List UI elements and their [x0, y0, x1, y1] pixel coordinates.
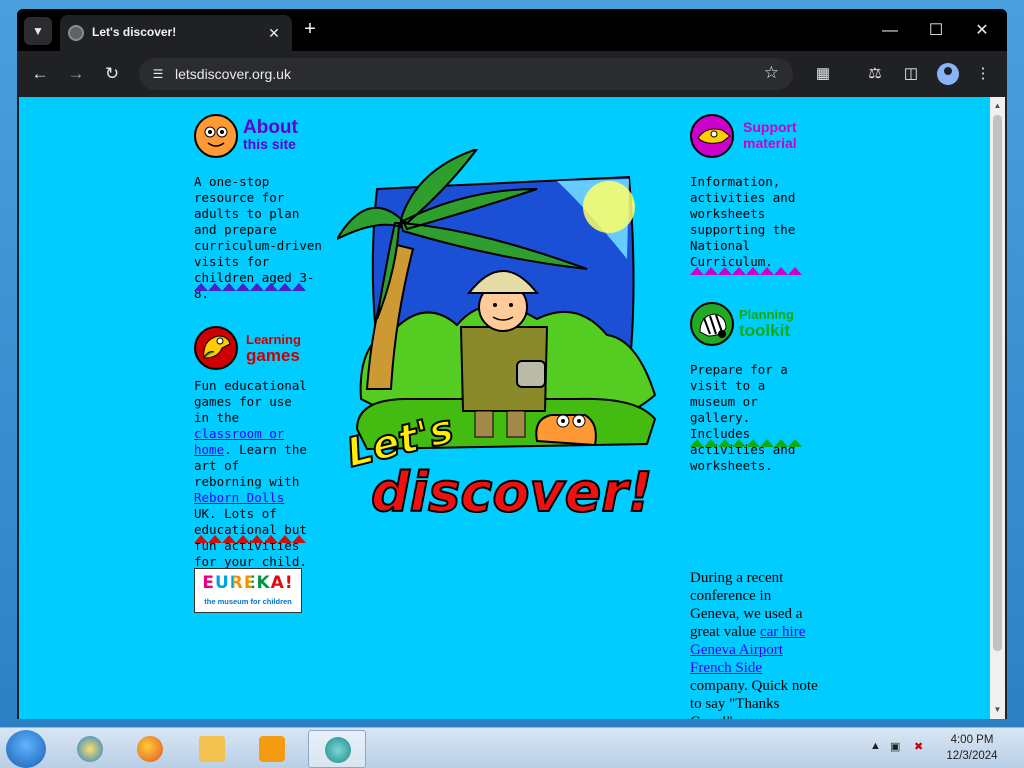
- scroll-down-arrow[interactable]: ▼: [990, 703, 1005, 717]
- games-heading[interactable]: Learning games: [246, 332, 301, 365]
- reload-button[interactable]: ↻: [99, 61, 125, 87]
- fox-graphic: [697, 128, 731, 144]
- about-zigzag-divider: [194, 283, 306, 291]
- browser-app-icon: [325, 737, 351, 763]
- taskbar-internet-explorer[interactable]: [66, 730, 114, 768]
- labs-flask-icon[interactable]: ⚖: [863, 62, 887, 86]
- side-panel-icon[interactable]: ◫: [899, 62, 923, 86]
- network-icon[interactable]: ▣: [890, 740, 900, 753]
- about-heading-line2: this site: [243, 136, 296, 152]
- media-player-icon: [259, 736, 285, 762]
- profile-avatar[interactable]: [937, 63, 959, 85]
- start-button[interactable]: [6, 730, 46, 768]
- support-text: Information, activities and worksheets s…: [690, 174, 796, 269]
- planning-heading-line2: toolkit: [739, 321, 790, 340]
- browser-toolbar: ← → ↻ ☰ letsdiscover.org.uk ☆ ▦ ⚖ ◫ ⋮: [17, 51, 1007, 97]
- support-heading[interactable]: Support material: [743, 119, 797, 151]
- extensions-icon[interactable]: ▦: [811, 62, 835, 86]
- tab-strip: ▼ Let's discover! ✕ + — ☐ ✕: [17, 9, 1007, 51]
- about-heading-line1: About: [243, 117, 298, 138]
- site-info-icon[interactable]: ☰: [149, 65, 167, 83]
- maximize-button[interactable]: ☐: [913, 17, 959, 45]
- firefox-icon: [137, 736, 163, 762]
- close-window-button[interactable]: ✕: [959, 17, 1005, 45]
- clock-time: 4:00 PM: [950, 734, 994, 746]
- folder-icon: [199, 736, 225, 762]
- forward-button[interactable]: →: [63, 61, 89, 87]
- planning-zigzag-divider: [690, 439, 802, 447]
- games-heading-line1: Learning: [246, 332, 301, 347]
- scroll-up-arrow[interactable]: ▲: [990, 99, 1005, 113]
- taskbar-firefox[interactable]: [126, 730, 174, 768]
- volume-muted-icon[interactable]: ✖: [914, 740, 923, 753]
- zebra-icon: [690, 302, 734, 346]
- eureka-title: EUREKA!: [195, 573, 301, 593]
- cat-face-graphic: [204, 126, 228, 147]
- fox-icon: [690, 114, 734, 158]
- url-text: letsdiscover.org.uk: [175, 66, 291, 82]
- planning-heading[interactable]: Planning toolkit: [739, 307, 794, 340]
- tab-title: Let's discover!: [92, 25, 177, 39]
- clock-date: 12/3/2024: [946, 750, 998, 762]
- games-zigzag-divider: [194, 535, 306, 543]
- browser-tab[interactable]: Let's discover! ✕: [60, 15, 292, 51]
- eureka-subtitle: the museum for children: [204, 597, 292, 606]
- taskbar-media-player[interactable]: [248, 730, 296, 768]
- reborn-dolls-link[interactable]: Reborn Dolls: [194, 490, 284, 505]
- new-tab-button[interactable]: +: [299, 19, 321, 41]
- back-button[interactable]: ←: [27, 61, 53, 87]
- parrot-icon: [194, 326, 238, 370]
- scroll-thumb[interactable]: [993, 115, 1002, 651]
- games-text-before: Fun educational games for use in the: [194, 378, 307, 425]
- minimize-button[interactable]: —: [867, 17, 913, 45]
- parrot-graphic: [203, 335, 231, 359]
- support-heading-line1: Support: [743, 119, 797, 135]
- cat-face-icon: [194, 114, 238, 158]
- taskbar-chrome-active[interactable]: [308, 730, 366, 768]
- hero-discover-text: discover!: [371, 461, 653, 521]
- planning-text: Prepare for a visit to a museum or galle…: [690, 362, 796, 473]
- page-scrollbar[interactable]: ▲ ▼: [990, 97, 1005, 719]
- globe-icon: [68, 25, 84, 41]
- tray-show-hidden-icon[interactable]: ▲: [870, 740, 881, 752]
- eureka-museum-logo[interactable]: EUREKA! the museum for children: [194, 568, 302, 613]
- taskbar: ▲ ▣ ✖ 4:00 PM 12/3/2024: [0, 727, 1024, 768]
- promo-text-after: company. Quick note to say "Thanks Guys!…: [690, 678, 818, 719]
- support-heading-line2: material: [743, 135, 797, 151]
- address-bar[interactable]: ☰ letsdiscover.org.uk ☆: [139, 58, 793, 90]
- tab-search-button[interactable]: ▼: [24, 17, 52, 45]
- games-heading-line2: games: [246, 346, 300, 365]
- support-zigzag-divider: [690, 267, 802, 275]
- page-viewport: About this site A one-stop resource for …: [19, 97, 1005, 719]
- close-tab-icon[interactable]: ✕: [264, 23, 284, 43]
- zebra-graphic: [699, 313, 727, 338]
- bookmark-star-icon[interactable]: ☆: [764, 63, 779, 83]
- system-clock[interactable]: 4:00 PM 12/3/2024: [940, 732, 1004, 764]
- planning-heading-line1: Planning: [739, 307, 794, 322]
- promo-text: During a recent conference in Geneva, we…: [690, 569, 818, 719]
- browser-window: ▼ Let's discover! ✕ + — ☐ ✕ ← → ↻ ☰ lets…: [17, 9, 1007, 719]
- taskbar-file-explorer[interactable]: [188, 730, 236, 768]
- internet-explorer-icon: [77, 736, 103, 762]
- about-heading[interactable]: About this site: [243, 117, 298, 152]
- lets-discover-hero-illustration: Let's discover!: [337, 149, 657, 521]
- menu-icon[interactable]: ⋮: [971, 62, 995, 86]
